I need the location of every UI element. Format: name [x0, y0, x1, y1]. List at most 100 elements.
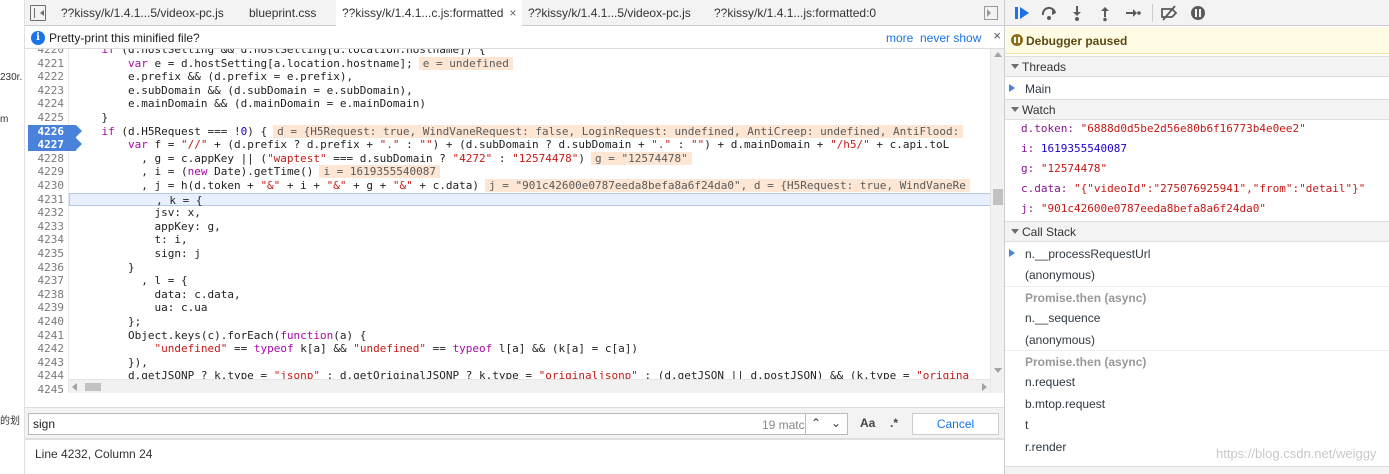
call-frame[interactable]: (anonymous) [1005, 264, 1389, 285]
editor-tab[interactable]: blueprint.css [243, 0, 322, 26]
edge-fragment: 230r. [0, 72, 23, 83]
line-number[interactable]: 4221 [25, 57, 65, 70]
cancel-search-button[interactable]: Cancel [912, 413, 999, 435]
line-number[interactable]: 4231 [25, 193, 65, 206]
editor-tab-active[interactable]: ??kissy/k/1.4.1...c.js:formatted × [336, 0, 523, 26]
line-number[interactable]: 4243 [25, 356, 65, 369]
code-line: t: i, [75, 233, 188, 247]
previous-match-icon[interactable]: ⌃ [811, 416, 821, 430]
close-icon[interactable]: × [993, 28, 1001, 43]
pause-on-exceptions-icon[interactable] [1189, 4, 1207, 22]
thread-item[interactable]: Main [1005, 78, 1389, 99]
watch-expression[interactable]: i: 1619355540087 [1021, 142, 1127, 160]
line-number[interactable]: 4239 [25, 301, 65, 314]
line-number[interactable]: 4233 [25, 220, 65, 233]
line-number[interactable]: 4245 [25, 383, 65, 393]
line-number[interactable]: 4229 [25, 165, 65, 178]
threads-section-header[interactable]: Threads [1005, 56, 1389, 77]
watch-expression[interactable]: g: "12574478" [1021, 162, 1107, 180]
line-number[interactable]: 4225 [25, 111, 65, 124]
watch-key: i: [1021, 142, 1041, 155]
line-number[interactable]: 4222 [25, 70, 65, 83]
watch-expression[interactable]: j: "901c42600e0787eeda8befa8a6f24da0" [1021, 202, 1266, 220]
editor-tab[interactable]: ??kissy/k/1.4.1...5/videox-pc.js [522, 0, 697, 26]
watch-key: c.data: [1021, 182, 1074, 195]
editor-tab[interactable]: ??kissy/k/1.4.1...5/videox-pc.js [55, 0, 230, 26]
toggle-debugger-icon[interactable] [984, 6, 998, 20]
line-number[interactable]: 4228 [25, 152, 65, 165]
code-line-current: , k = { [69, 192, 1004, 207]
call-frame[interactable]: n.__sequence [1005, 307, 1389, 328]
next-match-icon[interactable]: ⌄ [831, 416, 841, 430]
call-stack-section-header[interactable]: Call Stack [1005, 221, 1389, 242]
debugger-paused-banner: Debugger paused [1005, 27, 1389, 54]
line-number[interactable]: 4238 [25, 288, 65, 301]
line-number-gutter[interactable]: 4220 4221 4222 4223 4224 4225 4226 4227 4228 4229… [25, 49, 82, 393]
code-line: jsv: x, [75, 206, 201, 220]
line-number[interactable]: 4244 [25, 369, 65, 382]
line-number[interactable]: 4242 [25, 342, 65, 355]
line-number[interactable]: 4234 [25, 233, 65, 246]
line-number[interactable]: 4241 [25, 329, 65, 342]
match-case-toggle[interactable]: Aa [860, 416, 875, 430]
vertical-scrollbar[interactable] [990, 49, 1004, 393]
watch-section-header[interactable]: Watch [1005, 99, 1389, 120]
code-line: if (d.hostSetting && d.hostSetting[d.loc… [101, 49, 486, 56]
deactivate-breakpoints-icon[interactable] [1160, 4, 1178, 22]
step-over-icon[interactable] [1040, 4, 1058, 22]
line-number[interactable]: 4224 [25, 97, 65, 110]
call-frame[interactable]: b.mtop.request [1005, 393, 1389, 414]
more-link[interactable]: more [886, 31, 913, 45]
sidebar-bottom-border [1005, 466, 1389, 474]
resume-icon[interactable] [1013, 4, 1031, 22]
line-number[interactable]: 4230 [25, 179, 65, 192]
breakpoint-line-number[interactable]: 4226 [28, 124, 82, 138]
info-icon: i [31, 31, 45, 45]
line-number[interactable]: 4236 [25, 261, 65, 274]
horizontal-scrollbar[interactable] [69, 379, 990, 393]
never-show-link[interactable]: never show [920, 31, 981, 45]
step-icon[interactable] [1124, 4, 1142, 22]
code-line: e.prefix && (d.prefix = e.prefix), [75, 70, 354, 84]
watch-key: g: [1021, 162, 1041, 175]
code-line: e.subDomain && (d.subDomain = e.subDomai… [75, 83, 413, 97]
call-frame[interactable]: n.request [1005, 371, 1389, 392]
line-number[interactable]: 4232 [25, 206, 65, 219]
current-thread-icon [1009, 84, 1015, 92]
line-number[interactable]: 4237 [25, 274, 65, 287]
watch-value: "{"videoId":"275076925941","from":"detai… [1073, 182, 1366, 195]
editor-tab[interactable]: ??kissy/k/1.4.1...js:formatted:0 [708, 0, 882, 26]
code-line: } [75, 111, 109, 124]
breakpoint-line-number[interactable]: 4227 [28, 138, 82, 152]
call-frame[interactable]: n.__processRequestUrl [1005, 243, 1389, 264]
code-editor[interactable]: 4220 4221 4222 4223 4224 4225 4226 4227 4228 4229… [25, 49, 1004, 393]
code-line: "undefined" == typeof k[a] && "undefined… [154, 342, 639, 356]
async-separator: Promise.then (async) [1005, 285, 1389, 307]
toggle-navigator-icon[interactable] [30, 5, 46, 21]
watch-expression[interactable]: d.token: "6888d0d5be2d56e80b6f16773b4e0e… [1021, 122, 1306, 140]
call-frame[interactable]: (anonymous) [1005, 329, 1389, 350]
regex-toggle[interactable]: .* [890, 416, 898, 430]
code-line: var f = "//" + (d.prefix ? d.prefix + ".… [127, 138, 950, 152]
scroll-thumb[interactable] [993, 189, 1003, 205]
code-line: Object.keys(c).forEach(function(a) { [75, 328, 367, 342]
watch-expression[interactable]: c.data: "{"videoId":"275076925941","from… [1021, 182, 1365, 200]
search-input[interactable] [33, 416, 653, 432]
line-number[interactable]: 4220 [25, 49, 65, 56]
step-into-icon[interactable] [1068, 4, 1086, 22]
debugger-toolbar [1005, 0, 1389, 26]
close-tab-icon[interactable]: × [509, 6, 516, 20]
line-number[interactable]: 4223 [25, 84, 65, 97]
watch-value: 1619355540087 [1040, 142, 1127, 155]
code-line: var e = d.hostSetting[a.location.hostnam… [75, 56, 513, 71]
async-separator: Promise.then (async) [1005, 350, 1389, 371]
pretty-print-infobar: i Pretty-print this minified file? more … [25, 27, 1004, 49]
scroll-thumb[interactable] [85, 383, 101, 391]
call-frame[interactable]: t [1005, 414, 1389, 435]
line-number[interactable]: 4235 [25, 247, 65, 260]
frame-label: r.render [1025, 439, 1067, 454]
line-number[interactable]: 4240 [25, 315, 65, 328]
step-out-icon[interactable] [1096, 4, 1114, 22]
code-line: , i = (new Date).getTime() i = 1619355540… [75, 165, 441, 179]
pause-icon [1011, 34, 1023, 46]
